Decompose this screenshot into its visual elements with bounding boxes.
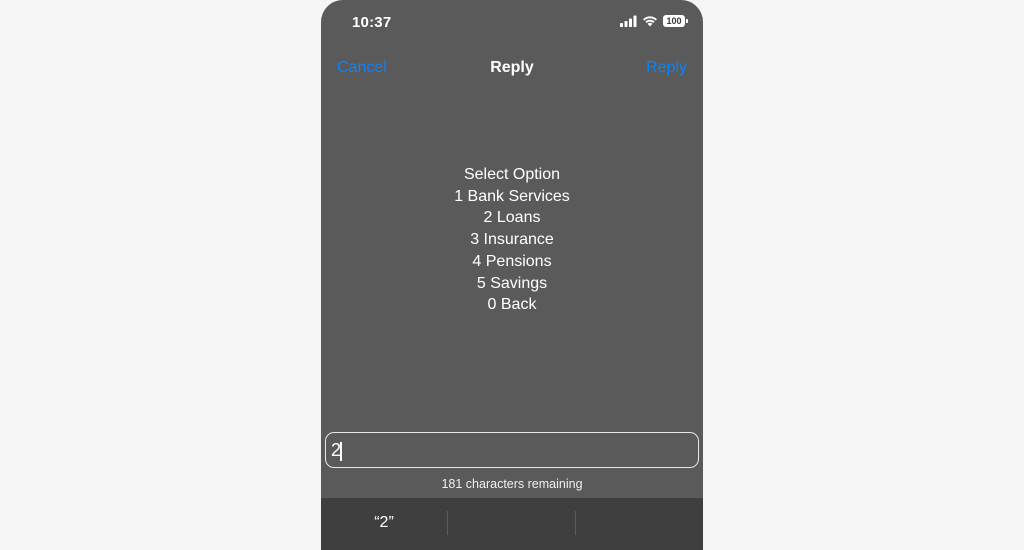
message-line: 3 Insurance <box>470 231 554 249</box>
status-bar: 10:37 100 <box>321 0 703 48</box>
suggestion-item[interactable]: “2” <box>321 498 447 548</box>
cellular-signal-icon <box>620 15 637 27</box>
message-line: 1 Bank Services <box>454 187 570 205</box>
battery-icon: 100 <box>663 15 688 27</box>
message-line: 2 Loans <box>483 209 541 227</box>
wifi-icon <box>643 16 657 27</box>
suggestion-item[interactable] <box>448 498 574 548</box>
status-time: 10:37 <box>352 14 392 31</box>
message-line: Select Option <box>463 166 561 183</box>
characters-remaining: 181 characters remaining <box>441 477 583 491</box>
phone-screen: 10:37 100 Cancel Reply Reply Select Opti… <box>321 0 703 550</box>
status-icons: 100 <box>620 15 688 27</box>
message-line: 4 Pensions <box>472 252 552 270</box>
message-line: 5 Savings <box>476 274 548 292</box>
battery-level: 100 <box>666 16 682 26</box>
ussd-message: Select Option 1 Bank Services 2 Loans 3 … <box>321 164 703 316</box>
text-caret <box>340 442 342 461</box>
reply-input-box[interactable] <box>325 432 699 468</box>
nav-bar: Cancel Reply Reply <box>321 52 703 84</box>
reply-input[interactable] <box>331 439 686 461</box>
keyboard-suggestion-bar: “2” <box>321 498 703 550</box>
reply-button[interactable]: Reply <box>646 59 687 77</box>
message-line: 0 Back <box>487 296 537 314</box>
suggestion-item[interactable] <box>576 498 702 548</box>
